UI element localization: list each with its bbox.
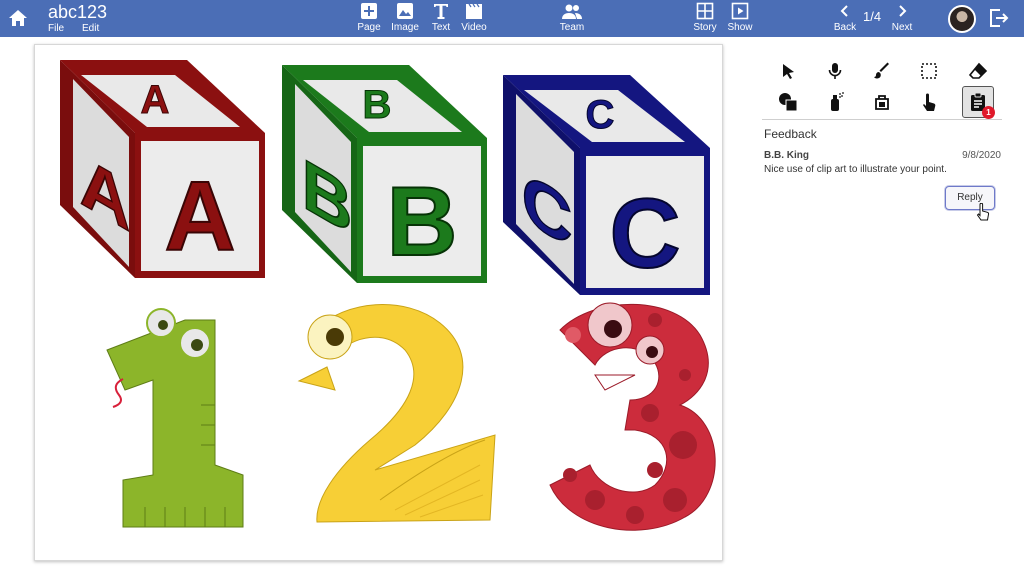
pointer-icon [783,64,794,79]
hand-cursor-icon [976,202,990,226]
block-c-top-letter: C [586,93,615,137]
team-icon [562,4,582,19]
feedback-author: B.B. King [764,150,809,161]
fill-tool[interactable] [866,86,898,118]
feedback-date: 9/8/2020 [962,150,1001,161]
story-button[interactable]: Story [692,2,718,33]
block-b-letter: B [387,166,458,276]
team-button[interactable]: Team [556,2,588,33]
add-text-button[interactable]: Text [428,2,454,33]
brush-icon [874,62,889,79]
clip-art: A A A B B B C C C [60,60,716,531]
number-two-duck[interactable] [297,304,496,523]
fill-bucket-icon [875,95,889,110]
feedback-tool[interactable]: 1 [962,86,995,119]
add-image-button[interactable]: Image [390,2,420,33]
document-title[interactable]: abc123 [48,2,107,23]
slide-canvas[interactable]: A A A B B B C C C [34,44,723,561]
back-label: Back [833,22,857,33]
shapes-tool[interactable] [772,86,804,118]
chevron-left-icon [840,5,848,17]
number-three-monster[interactable] [549,302,716,531]
story-icon [696,2,714,20]
show-button[interactable]: Show [727,2,753,33]
feedback-heading: Feedback [764,127,817,141]
back-button[interactable]: Back [832,2,858,33]
eraser-icon [968,62,988,79]
avatar[interactable] [948,5,976,33]
block-a-top-letter: A [141,78,170,122]
microphone-tool[interactable] [819,55,851,87]
block-c-letter: C [610,178,681,288]
image-icon [397,3,413,19]
menu-edit[interactable]: Edit [82,23,99,34]
next-label: Next [891,22,913,33]
notification-badge: 1 [982,106,995,119]
video-icon [466,3,482,19]
spray-tool[interactable] [819,86,851,118]
brush-tool[interactable] [866,55,898,87]
video-label: Video [461,22,487,33]
number-one-snake[interactable] [106,308,244,528]
menu-file[interactable]: File [48,23,64,34]
show-label: Show [727,22,753,33]
chevron-right-icon [899,5,907,17]
page-label: Page [357,22,381,33]
select-rect-tool[interactable] [913,55,945,87]
sidebar-divider [762,119,1002,120]
feedback-comment: Nice use of clip art to illustrate your … [764,164,947,175]
add-video-button[interactable]: Video [460,2,488,33]
logout-icon[interactable] [987,7,1009,34]
page-indicator: 1/4 [863,9,882,24]
team-label: Team [559,22,585,33]
text-icon [434,4,448,19]
block-b[interactable]: B B B [282,65,487,283]
text-label: Text [431,22,451,33]
add-page-icon [361,3,377,19]
microphone-icon [828,63,842,79]
block-b-top-letter: B [363,83,392,127]
top-bar: abc123 File Edit Page Image Text Video T… [0,0,1024,37]
select-rect-icon [921,63,937,79]
spray-icon [831,92,844,111]
touch-tool[interactable] [913,86,945,118]
block-a-letter: A [165,161,236,271]
image-label: Image [391,22,419,33]
home-icon[interactable] [6,6,30,30]
next-button[interactable]: Next [889,2,915,33]
shapes-icon [779,93,798,112]
touch-icon [923,93,936,111]
story-label: Story [693,22,717,33]
eraser-tool[interactable] [962,55,994,87]
show-icon [731,2,749,20]
pointer-tool[interactable] [772,55,804,87]
block-c[interactable]: C C C [503,75,710,295]
add-page-button[interactable]: Page [356,2,382,33]
block-a[interactable]: A A A [60,60,265,278]
